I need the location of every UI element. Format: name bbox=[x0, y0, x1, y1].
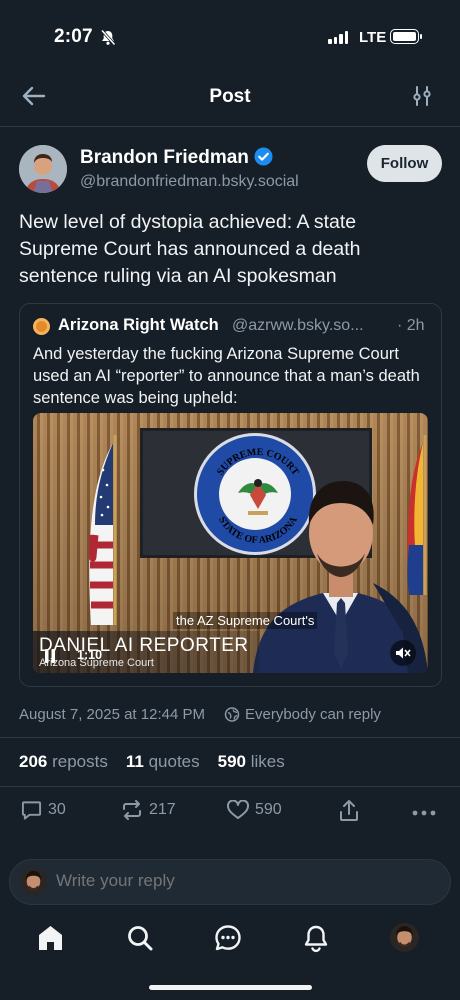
quotes-stat[interactable]: 11 quotes bbox=[126, 752, 200, 772]
reply-bubble-icon bbox=[21, 801, 42, 820]
meta-divider bbox=[0, 737, 460, 738]
quoted-author-name[interactable]: Arizona Right Watch bbox=[58, 316, 219, 335]
user-avatar bbox=[20, 868, 47, 895]
mute-button[interactable] bbox=[390, 640, 416, 666]
likes-stat[interactable]: 590 likes bbox=[218, 752, 285, 772]
quoted-author-avatar bbox=[33, 318, 50, 335]
us-flag bbox=[89, 435, 117, 625]
post-text: New level of dystopia achieved: A state … bbox=[19, 211, 361, 287]
quoted-author-handle: @azrww.bsky.so... bbox=[232, 317, 364, 334]
thread-settings-icon[interactable] bbox=[411, 85, 433, 107]
quoted-post-text: And yesterday the fucking Arizona Suprem… bbox=[33, 345, 420, 407]
repost-icon bbox=[123, 800, 141, 820]
chat-icon[interactable] bbox=[214, 924, 242, 952]
home-indicator bbox=[149, 985, 312, 990]
heart-icon bbox=[227, 800, 249, 819]
follow-button[interactable]: Follow bbox=[367, 145, 442, 182]
bell-icon[interactable] bbox=[303, 924, 329, 953]
profile-avatar[interactable] bbox=[390, 923, 419, 952]
page-title: Post bbox=[209, 86, 251, 107]
search-icon[interactable] bbox=[126, 924, 154, 952]
author-handle[interactable]: @brandonfriedman.bsky.social bbox=[80, 173, 299, 191]
share-icon[interactable] bbox=[339, 800, 359, 822]
more-options-icon[interactable] bbox=[412, 809, 436, 817]
lower-third-title: DANIEL AI REPORTER bbox=[39, 635, 249, 656]
engagement-stats: 206 reposts 11 quotes 590 likes bbox=[19, 752, 285, 772]
reply-count: 30 bbox=[48, 801, 66, 818]
status-time: 2:07 bbox=[54, 26, 93, 47]
post-timestamp: August 7, 2025 at 12:44 PM bbox=[19, 706, 205, 723]
globe-reply-icon bbox=[224, 707, 240, 722]
action-row: 30 217 590 bbox=[0, 800, 460, 828]
repost-button[interactable]: 217 bbox=[121, 800, 176, 820]
muted-speaker-icon bbox=[396, 647, 411, 659]
header-divider bbox=[0, 126, 460, 127]
reply-permission[interactable]: Everybody can reply bbox=[245, 706, 381, 723]
reply-button[interactable]: 30 bbox=[21, 800, 66, 820]
repost-count: 217 bbox=[149, 801, 176, 818]
silent-bell-icon bbox=[100, 29, 116, 46]
quoted-post-time: · 2h bbox=[397, 317, 425, 334]
home-icon[interactable] bbox=[37, 924, 64, 952]
reposts-stat[interactable]: 206 reposts bbox=[19, 752, 108, 772]
author-name[interactable]: Brandon Friedman bbox=[80, 147, 249, 169]
like-button[interactable]: 590 bbox=[227, 800, 282, 820]
signal-icon bbox=[328, 31, 348, 44]
reply-input[interactable] bbox=[56, 871, 416, 891]
video-duration: 1:10 bbox=[77, 648, 103, 662]
pause-icon[interactable] bbox=[43, 648, 57, 664]
author-avatar[interactable] bbox=[19, 145, 67, 193]
verified-badge-icon bbox=[254, 147, 273, 166]
video-caption: the AZ Supreme Court's bbox=[173, 612, 318, 629]
network-type: LTE bbox=[359, 29, 387, 46]
battery-icon bbox=[390, 29, 422, 44]
video-player[interactable]: SUPREME COURT STATE OF ARIZONA the AZ Su… bbox=[33, 413, 428, 673]
like-count: 590 bbox=[255, 801, 282, 818]
stats-divider bbox=[0, 786, 460, 787]
